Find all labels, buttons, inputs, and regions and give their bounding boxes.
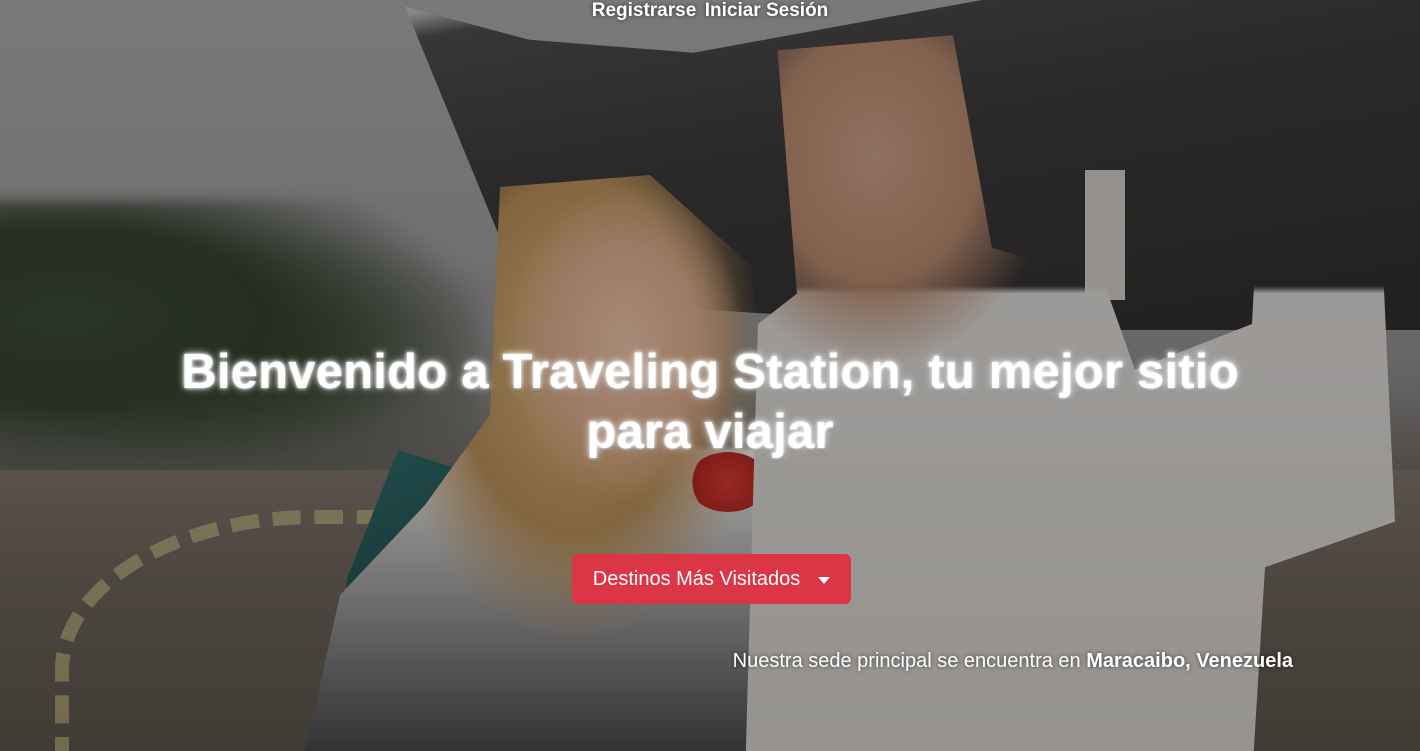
page-title: Bienvenido a Traveling Station, tu mejor… xyxy=(100,342,1320,462)
headquarters-text: Nuestra sede principal se encuentra en xyxy=(732,650,1081,672)
register-link[interactable]: Registrarse xyxy=(592,0,697,22)
hero-section: Registrarse Iniciar Sesión Bienvenido a … xyxy=(0,0,1420,751)
headline-line-1: Bienvenido a Traveling Station, tu mejor… xyxy=(181,345,1239,399)
headline-line-2: para viajar xyxy=(586,405,834,459)
headquarters-note: Nuestra sede principal se encuentra en M… xyxy=(733,648,1293,674)
top-nav: Registrarse Iniciar Sesión xyxy=(0,0,1420,26)
dropdown-label: Destinos Más Visitados xyxy=(592,567,801,590)
headquarters-location: Maracaibo, Venezuela xyxy=(1086,650,1293,672)
caret-down-icon xyxy=(818,576,831,584)
popular-destinations-dropdown-button[interactable]: Destinos Más Visitados xyxy=(572,554,851,604)
login-link[interactable]: Iniciar Sesión xyxy=(705,0,829,22)
